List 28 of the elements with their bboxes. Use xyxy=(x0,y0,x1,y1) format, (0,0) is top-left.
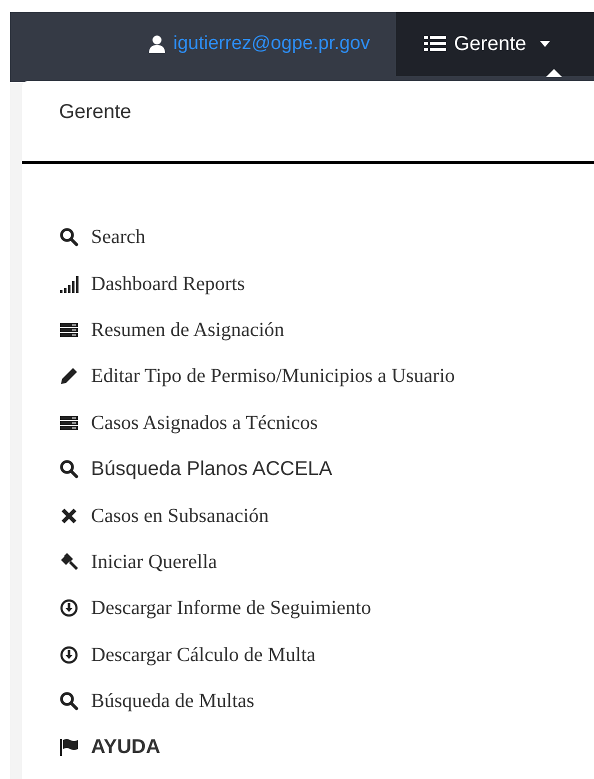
search-icon xyxy=(59,691,79,712)
menu-item[interactable]: Dashboard Reports xyxy=(22,260,594,307)
menu-item[interactable]: Casos Asignados a Técnicos xyxy=(22,400,594,446)
dropdown-header: Gerente xyxy=(58,100,132,125)
menu-item[interactable]: Iniciar Querella xyxy=(22,538,594,586)
menu-item[interactable]: Editar Tipo de Permiso/Municipios a Usuario xyxy=(22,353,594,400)
download-icon xyxy=(59,644,79,665)
menu-toggle[interactable]: Gerente xyxy=(396,12,594,76)
user-icon xyxy=(147,34,168,54)
dropdown-pointer-icon xyxy=(546,69,562,77)
menu-item[interactable]: Descargar Cálculo de Multa xyxy=(22,632,594,678)
menu-item[interactable]: Resumen de Asignación xyxy=(22,306,594,354)
gavel-icon xyxy=(59,552,79,572)
download-icon xyxy=(59,598,79,618)
caret-icon xyxy=(540,41,550,47)
search-icon xyxy=(59,227,79,248)
menu-item[interactable]: Búsqueda Planos ACCELA xyxy=(22,446,594,492)
pencil-icon xyxy=(59,366,79,386)
search-icon xyxy=(59,459,79,480)
flag-icon xyxy=(59,737,79,758)
menu-item[interactable]: Descargar Informe de Seguimiento xyxy=(22,585,594,632)
close-icon xyxy=(59,506,79,526)
menu-item[interactable]: AYUDA xyxy=(22,724,594,771)
menu-item[interactable]: Search xyxy=(22,214,594,260)
list-icon xyxy=(424,34,446,54)
signal-bars-icon xyxy=(59,274,79,294)
menu-item[interactable]: Búsqueda de Multas xyxy=(22,678,594,724)
menu-item[interactable]: Casos en Subsanación xyxy=(22,492,594,539)
